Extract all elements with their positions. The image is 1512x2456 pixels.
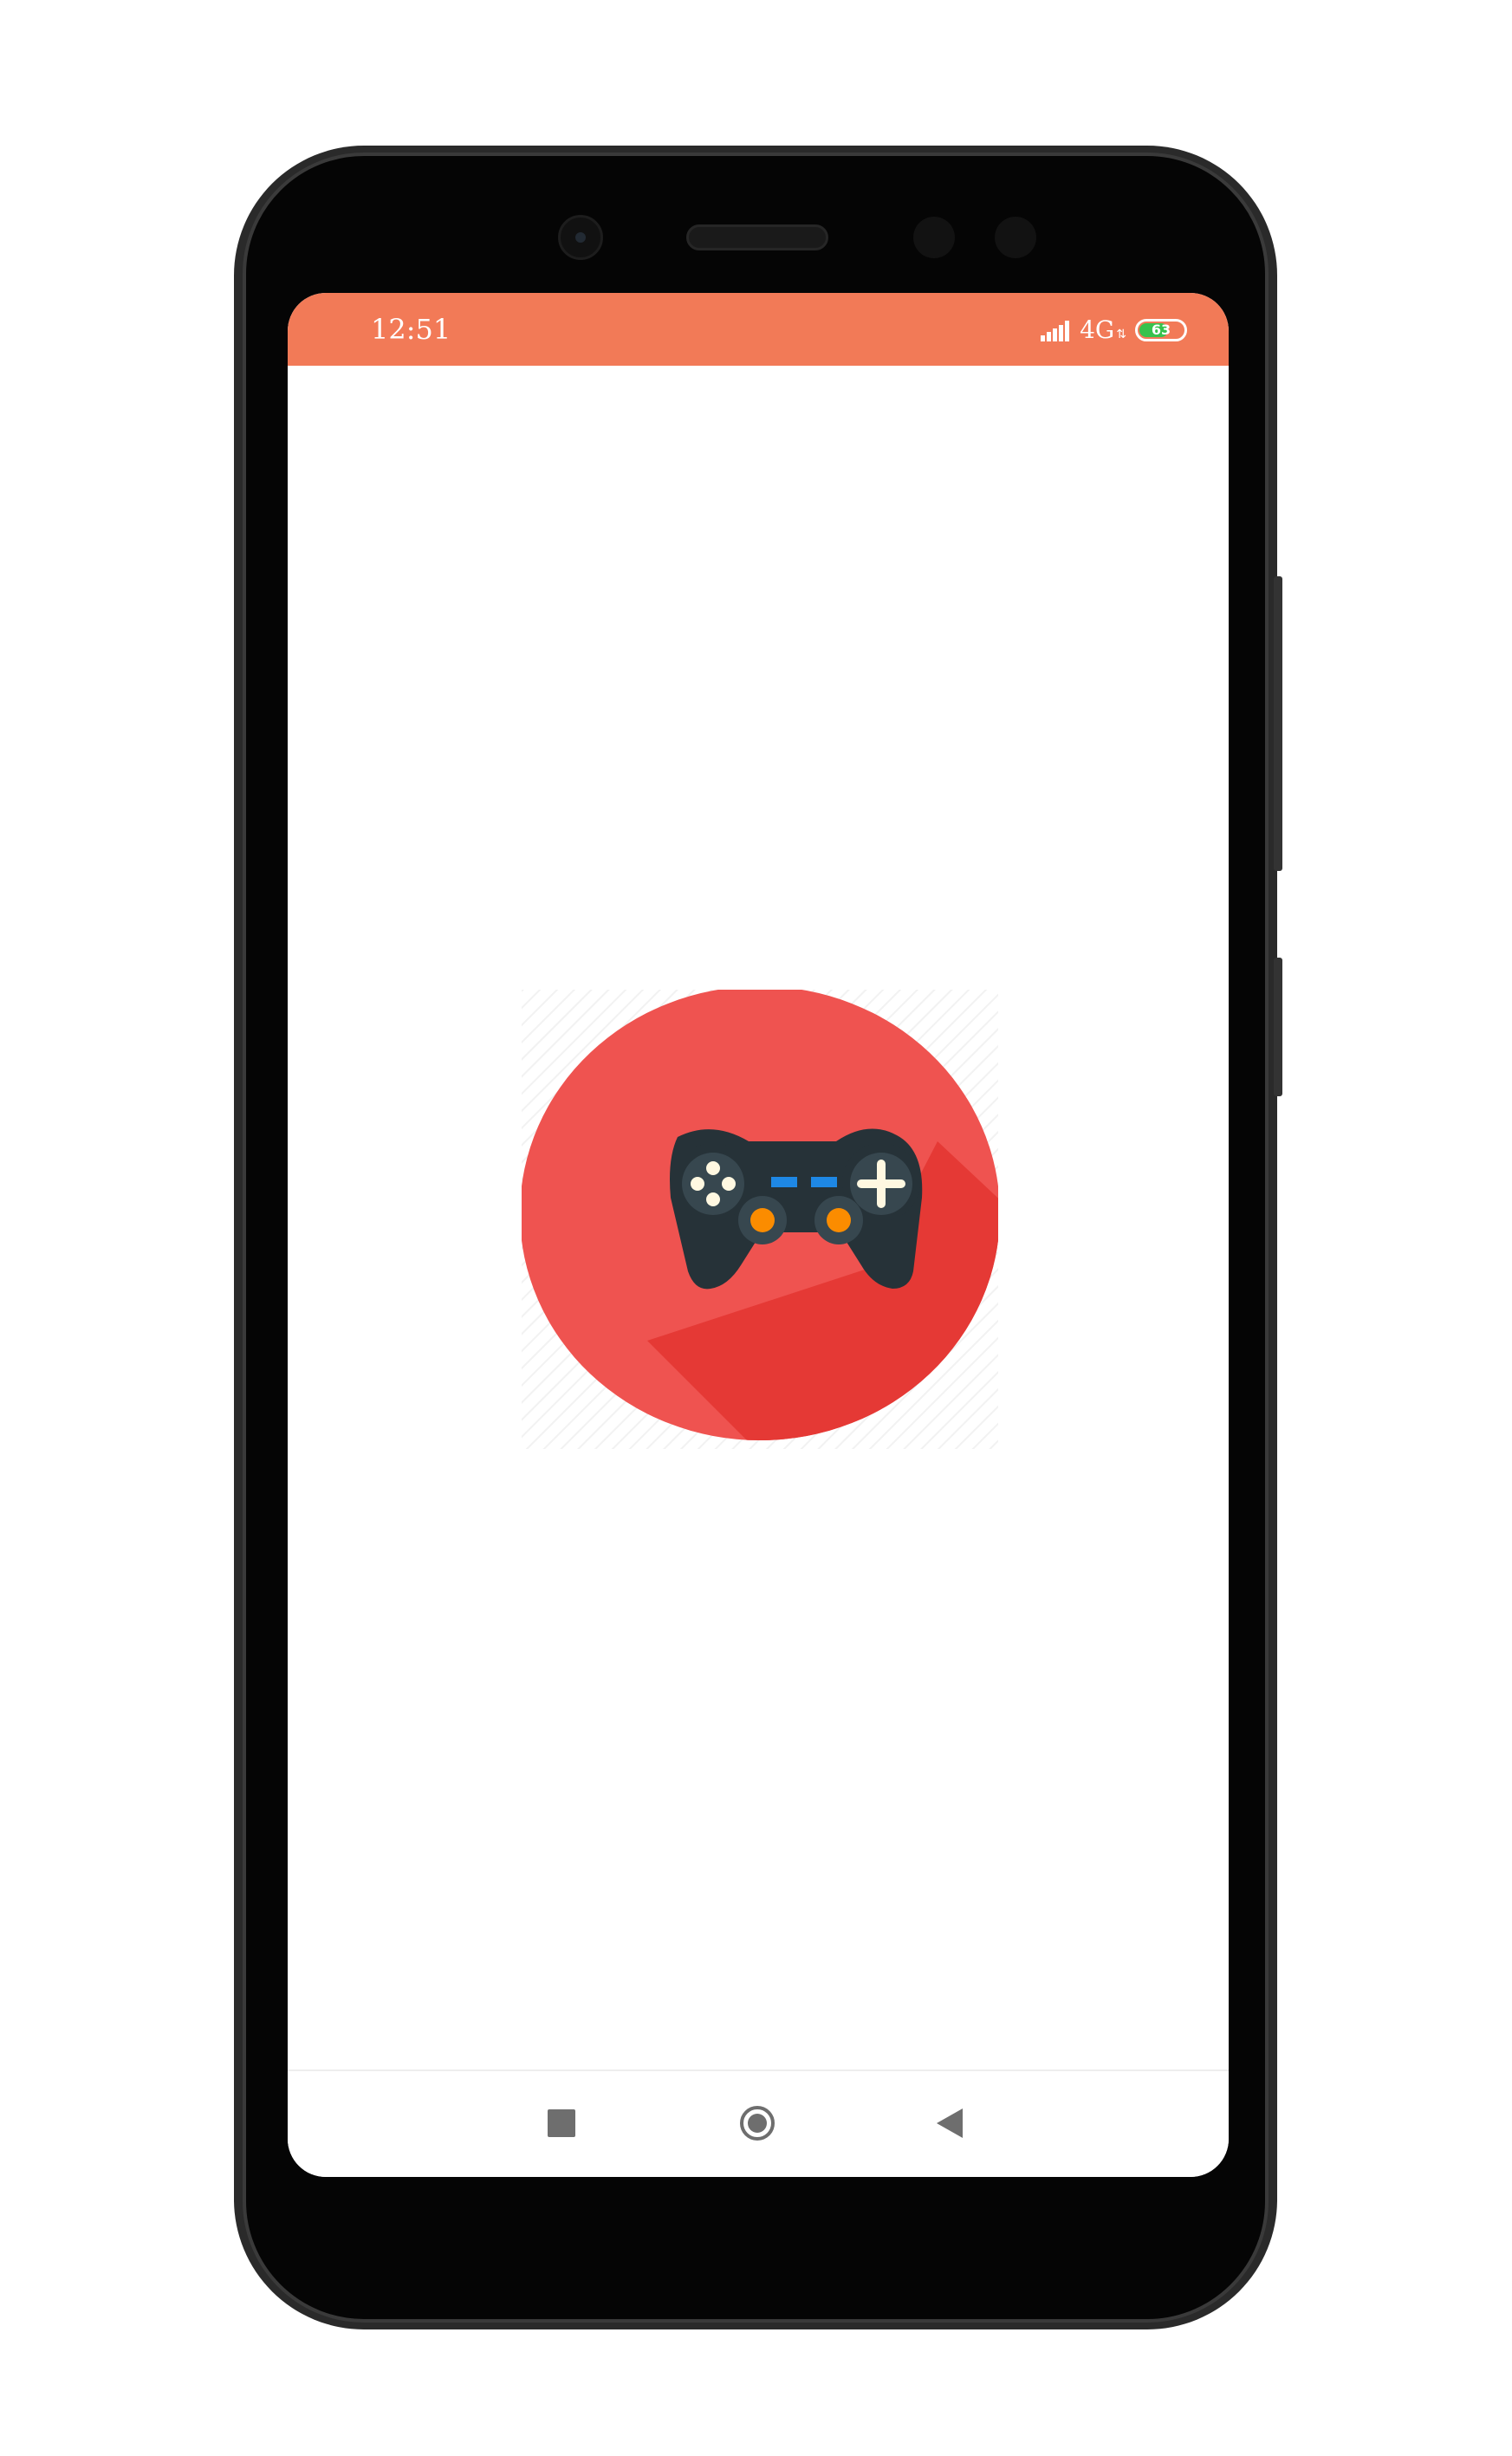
triangle-back-icon <box>937 2108 963 2138</box>
earpiece-speaker <box>686 224 828 250</box>
home-button[interactable] <box>731 2097 783 2149</box>
dpad-horizontal <box>857 1179 905 1188</box>
device-frame: 12:51 4G ⇅ 63 <box>0 0 1512 2456</box>
power-button <box>1274 958 1282 1096</box>
status-indicators: 4G ⇅ 63 <box>1041 317 1187 343</box>
recents-button[interactable] <box>535 2097 587 2149</box>
proximity-sensor <box>913 217 955 258</box>
battery-percentage: 63 <box>1151 322 1171 338</box>
action-button-bottom <box>706 1192 720 1206</box>
navigation-bar <box>288 2071 1229 2177</box>
signal-strength-icon <box>1041 319 1071 341</box>
battery-icon: 63 <box>1135 319 1187 341</box>
square-icon <box>548 2109 575 2137</box>
left-analog-stick <box>750 1208 775 1232</box>
volume-button <box>1274 576 1282 871</box>
action-button-right <box>722 1177 736 1191</box>
select-button <box>771 1177 797 1187</box>
action-button-left <box>691 1177 704 1191</box>
status-bar: 12:51 4G ⇅ 63 <box>288 293 1229 366</box>
action-button-top <box>706 1161 720 1175</box>
screen: 12:51 4G ⇅ 63 <box>288 293 1229 2177</box>
start-button <box>811 1177 837 1187</box>
front-camera <box>558 215 603 260</box>
back-button[interactable] <box>924 2097 976 2149</box>
right-analog-stick <box>827 1208 851 1232</box>
circle-icon <box>740 2106 775 2141</box>
data-activity-icon: ⇅ <box>1116 328 1126 341</box>
status-time: 12:51 <box>371 313 451 346</box>
network-type-label: 4G <box>1080 315 1115 344</box>
light-sensor <box>995 217 1036 258</box>
gamepad-icon <box>522 990 998 1449</box>
